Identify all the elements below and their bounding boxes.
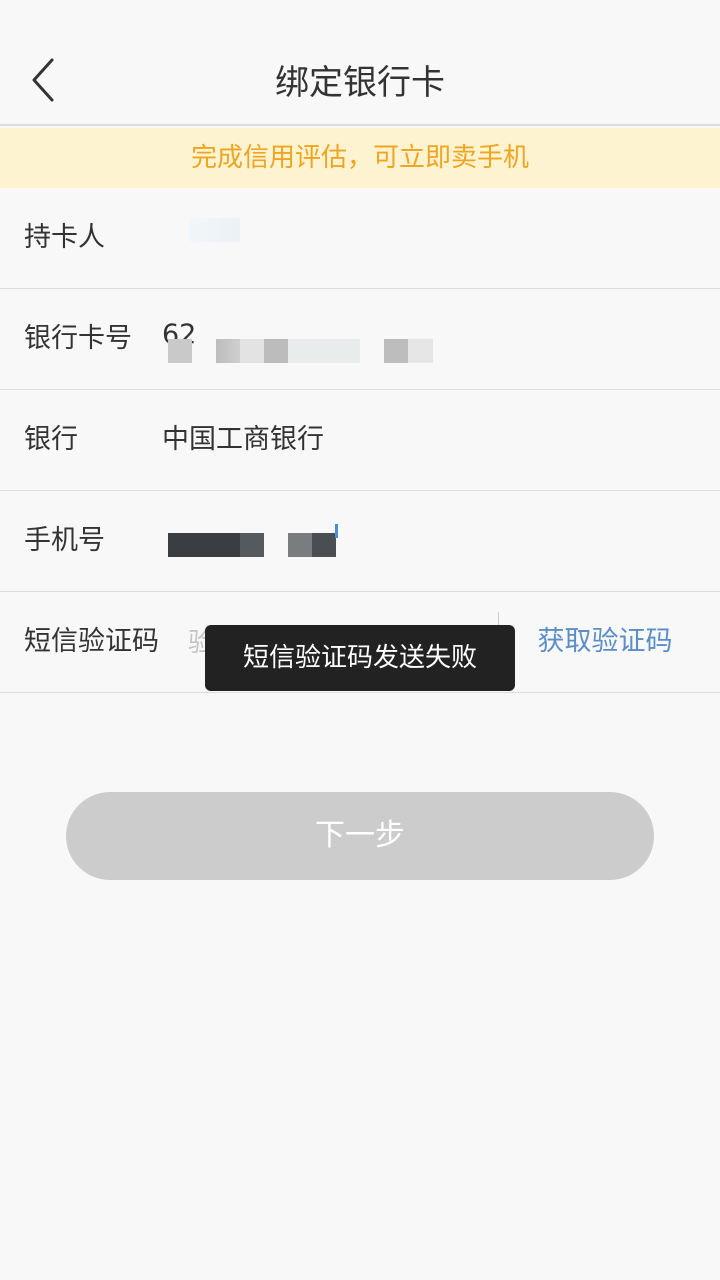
get-code-button[interactable]: 获取验证码 [520,592,690,692]
bank-card-form: 持卡人 银行卡号 62 银行 中国工商银行 手机号 短信验证码 获取验证码 [0,188,720,693]
bank-label: 银行 [24,424,78,455]
phone-masked-value [168,533,336,557]
navigation-bar: 绑定银行卡 [0,0,720,126]
row-bank[interactable]: 银行 中国工商银行 [0,390,720,491]
row-card-holder[interactable]: 持卡人 [0,188,720,289]
card-holder-masked-value [190,218,240,242]
row-phone[interactable]: 手机号 [0,491,720,592]
card-number-label: 银行卡号 [24,323,132,354]
chevron-left-icon [32,58,54,102]
error-toast: 短信验证码发送失败 [205,625,515,691]
credit-banner[interactable]: 完成信用评估，可立即卖手机 [0,128,720,188]
next-step-button[interactable]: 下一步 [66,792,654,880]
bank-value: 中国工商银行 [162,424,324,455]
back-button[interactable] [14,50,70,110]
row-card-number[interactable]: 银行卡号 62 [0,289,720,390]
card-number-prefix: 62 [162,319,197,350]
sms-code-label: 短信验证码 [24,626,159,657]
card-number-masked-value [168,339,433,363]
text-cursor [335,524,338,538]
phone-label: 手机号 [24,525,105,556]
page-title: 绑定银行卡 [275,63,445,103]
card-holder-label: 持卡人 [24,222,105,253]
